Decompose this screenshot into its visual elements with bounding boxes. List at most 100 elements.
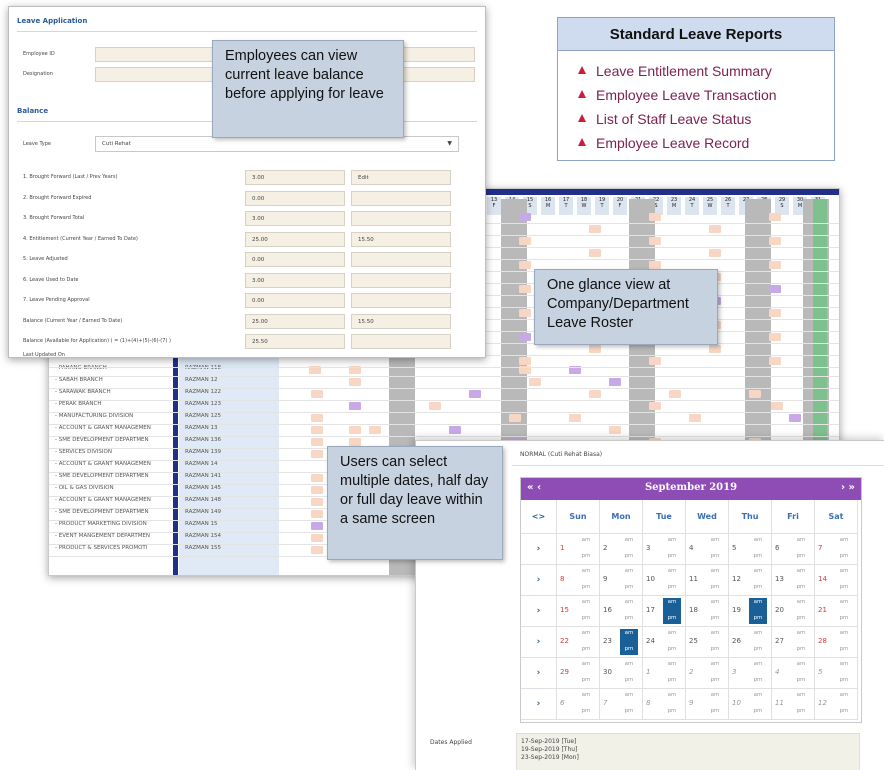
calendar-day-cell[interactable]: 9 am pm [686,689,729,720]
am-option[interactable]: am [792,691,810,699]
pm-option[interactable]: pm [620,676,638,684]
half-day-selector[interactable]: am pm [663,567,681,593]
calendar-day-cell[interactable]: 1 am pm [557,534,600,565]
am-option[interactable]: am [663,629,681,637]
pm-option[interactable]: pm [577,583,595,591]
pm-option[interactable]: pm [792,614,810,622]
half-day-selector[interactable]: am pm [663,691,681,717]
half-day-selector[interactable]: am pm [835,536,853,562]
am-option[interactable]: am [577,691,595,699]
pm-option[interactable]: pm [706,552,724,560]
calendar-day-cell[interactable]: 6 am pm [557,689,600,720]
pm-option[interactable]: pm [835,707,853,715]
pm-option[interactable]: pm [706,583,724,591]
pm-option[interactable]: pm [620,614,638,622]
half-day-selector[interactable]: am pm [749,629,767,655]
am-option[interactable]: am [577,536,595,544]
pm-option[interactable]: pm [749,583,767,591]
am-option[interactable]: am [706,691,724,699]
calendar-day-cell[interactable]: 1 am pm [643,658,686,689]
half-day-selector[interactable]: am pm [577,536,595,562]
pm-option[interactable]: pm [706,676,724,684]
calendar-day-cell[interactable]: 8 am pm [643,689,686,720]
pm-option[interactable]: pm [835,645,853,653]
pm-option[interactable]: pm [663,707,681,715]
half-day-selector[interactable]: am pm [663,536,681,562]
am-option[interactable]: am [835,567,853,575]
pm-option[interactable]: pm [577,552,595,560]
calendar-day-cell[interactable]: 4 am pm [686,534,729,565]
select-week-button[interactable]: › [521,689,557,720]
pm-option[interactable]: pm [706,614,724,622]
calendar-day-cell[interactable]: 19 am pm [729,596,772,627]
calendar-day-cell[interactable]: 21 am pm [815,596,858,627]
half-day-selector[interactable]: am pm [792,660,810,686]
pm-option[interactable]: pm [577,614,595,622]
am-option[interactable]: am [620,660,638,668]
half-day-selector[interactable]: am pm [792,598,810,624]
balance-extra-field[interactable] [351,211,451,226]
am-option[interactable]: am [577,629,595,637]
calendar-day-cell[interactable]: 18 am pm [686,596,729,627]
half-day-selector[interactable]: am pm [749,598,767,624]
calendar-day-cell[interactable]: 30 am pm [600,658,643,689]
half-day-selector[interactable]: am pm [792,536,810,562]
half-day-selector[interactable]: am pm [620,691,638,717]
next-month-button[interactable]: › » [841,482,855,493]
report-item[interactable]: Leave Entitlement Summary [578,63,772,79]
calendar-day-cell[interactable]: 4 am pm [772,658,815,689]
am-option[interactable]: am [749,660,767,668]
report-item[interactable]: List of Staff Leave Status [578,111,751,127]
balance-value-field[interactable]: 0.00 [245,252,345,267]
calendar-day-cell[interactable]: 5 am pm [815,658,858,689]
balance-extra-field[interactable] [351,293,451,308]
pm-option[interactable]: pm [792,676,810,684]
pm-option[interactable]: pm [749,645,767,653]
balance-extra-field[interactable]: Edit [351,170,451,185]
am-option[interactable]: am [706,598,724,606]
am-option[interactable]: am [577,660,595,668]
am-option[interactable]: am [835,691,853,699]
half-day-selector[interactable]: am pm [663,660,681,686]
half-day-selector[interactable]: am pm [749,536,767,562]
half-day-selector[interactable]: am pm [792,629,810,655]
calendar-day-cell[interactable]: 13 am pm [772,565,815,596]
half-day-selector[interactable]: am pm [577,691,595,717]
pm-option[interactable]: pm [749,707,767,715]
select-all-toggle[interactable]: <> [521,500,557,534]
am-option[interactable]: am [749,536,767,544]
select-week-button[interactable]: › [521,658,557,689]
calendar-day-cell[interactable]: 11 am pm [686,565,729,596]
calendar-day-cell[interactable]: 8 am pm [557,565,600,596]
report-item[interactable]: Employee Leave Record [578,135,749,151]
pm-option[interactable]: pm [706,645,724,653]
pm-option[interactable]: pm [792,552,810,560]
balance-extra-field[interactable] [351,190,451,206]
half-day-selector[interactable]: am pm [835,691,853,717]
am-option[interactable]: am [663,691,681,699]
balance-extra-field[interactable]: 15.50 [351,231,451,247]
report-item[interactable]: Employee Leave Transaction [578,87,777,103]
half-day-selector[interactable]: am pm [749,691,767,717]
calendar-day-cell[interactable]: 23 am pm [600,627,643,658]
pm-option[interactable]: pm [663,583,681,591]
calendar-day-cell[interactable]: 2 am pm [686,658,729,689]
balance-extra-field[interactable] [351,252,451,267]
pm-option[interactable]: pm [792,583,810,591]
pm-option[interactable]: pm [663,552,681,560]
half-day-selector[interactable]: am pm [620,660,638,686]
balance-value-field[interactable]: 3.00 [245,211,345,226]
calendar-day-cell[interactable]: 20 am pm [772,596,815,627]
pm-option[interactable]: pm [620,583,638,591]
calendar-day-cell[interactable]: 15 am pm [557,596,600,627]
half-day-selector[interactable]: am pm [577,567,595,593]
half-day-selector[interactable]: am pm [620,629,638,655]
half-day-selector[interactable]: am pm [577,660,595,686]
am-option[interactable]: am [835,660,853,668]
am-option[interactable]: am [620,691,638,699]
pm-option[interactable]: pm [792,707,810,715]
am-option[interactable]: am [620,536,638,544]
half-day-selector[interactable]: am pm [706,598,724,624]
am-option[interactable]: am [663,567,681,575]
am-option[interactable]: am [620,598,638,606]
